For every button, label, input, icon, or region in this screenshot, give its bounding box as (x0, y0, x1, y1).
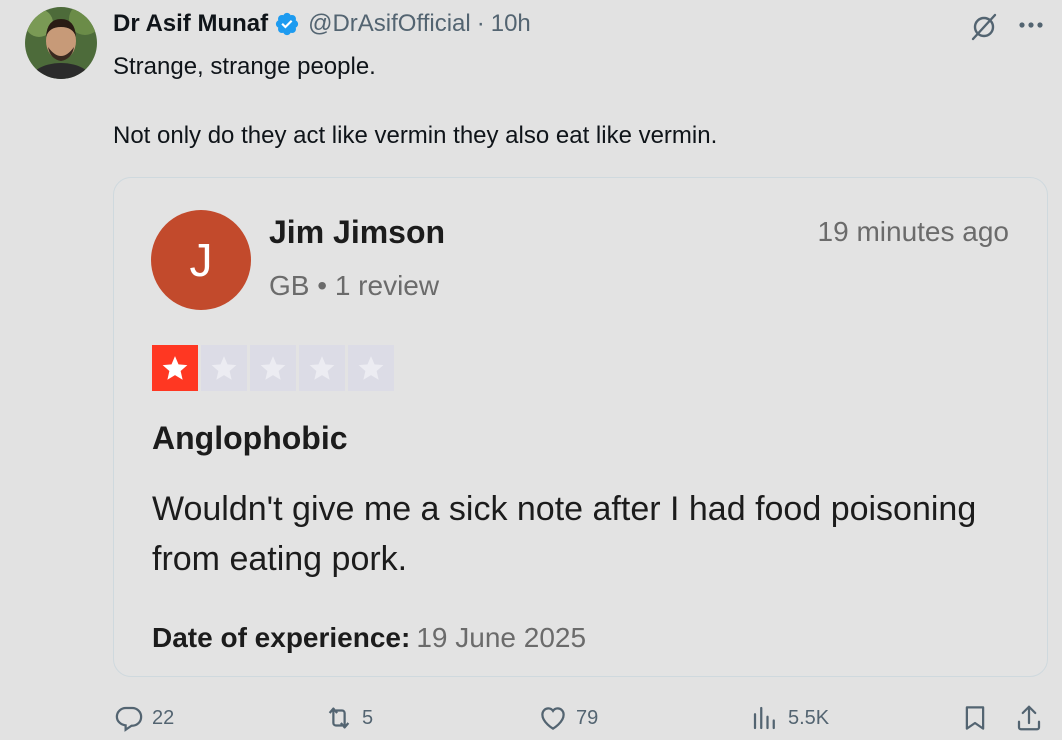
review-time: 19 minutes ago (817, 216, 1009, 247)
repost-button[interactable]: 5 (324, 700, 373, 736)
reply-count: 22 (152, 706, 175, 729)
views-icon (753, 706, 775, 730)
star-rating (152, 345, 394, 391)
heart-icon (541, 707, 565, 730)
star-icon (299, 345, 345, 391)
reviewer-avatar-letter: J (189, 234, 213, 286)
more-options-icon[interactable] (1016, 10, 1046, 40)
views-count: 5.5K (788, 706, 830, 729)
post-text-line-2: Not only do they act like vermin they al… (113, 122, 718, 149)
reviewer-avatar: J (151, 210, 251, 310)
share-button[interactable] (1014, 700, 1044, 736)
post-time[interactable]: 10h (491, 10, 531, 38)
star-icon (250, 345, 296, 391)
author-handle[interactable]: @DrAsifOfficial (308, 10, 471, 38)
date-label: Date of experience: (152, 622, 411, 653)
reply-button[interactable]: 22 (114, 700, 174, 736)
date-value: 19 June 2025 (416, 622, 587, 653)
share-icon (1017, 705, 1041, 731)
separator-dot: · (476, 10, 485, 37)
star-icon (152, 345, 198, 391)
bookmark-icon (965, 706, 985, 730)
post-text-line-1: Strange, strange people. (113, 53, 376, 80)
review-body: Wouldn't give me a sick note after I had… (152, 490, 977, 578)
reply-icon (115, 706, 143, 732)
views-button[interactable]: 5.5K (750, 700, 829, 736)
grok-icon[interactable] (968, 10, 1000, 42)
post-header: Dr Asif Munaf @DrAsifOfficial · 10h (113, 6, 531, 42)
review-screenshot-card[interactable]: J Jim Jimson GB • 1 review 19 minutes ag… (113, 177, 1048, 677)
review-title: Anglophobic (152, 420, 348, 456)
like-button[interactable]: 79 (538, 700, 598, 736)
avatar-photo (25, 7, 97, 79)
reviewer-meta: GB • 1 review (269, 270, 440, 301)
repost-count: 5 (362, 706, 374, 729)
action-bar: 22 5 79 5.5K (0, 700, 1062, 740)
verified-badge-icon[interactable] (274, 11, 300, 37)
star-icon (201, 345, 247, 391)
author-name[interactable]: Dr Asif Munaf (113, 10, 268, 38)
repost-icon (328, 707, 350, 729)
reviewer-name: Jim Jimson (269, 214, 446, 250)
bookmark-button[interactable] (960, 700, 990, 736)
date-of-experience: Date of experience: 19 June 2025 (152, 622, 586, 654)
author-avatar[interactable] (25, 7, 97, 79)
star-icon (348, 345, 394, 391)
like-count: 79 (576, 706, 599, 729)
